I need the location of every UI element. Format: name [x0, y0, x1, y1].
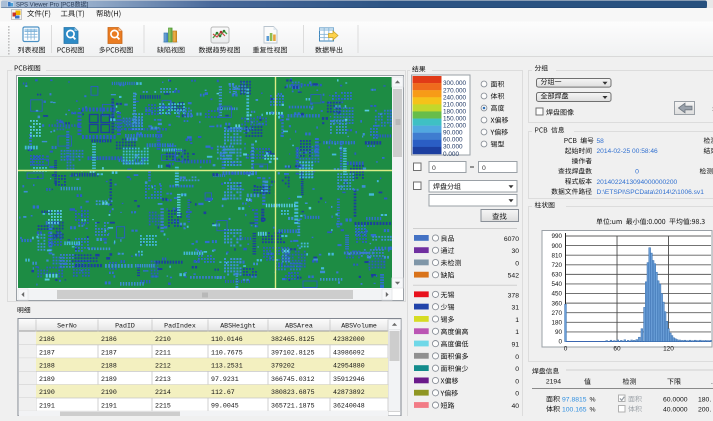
svg-text:0: 0	[635, 169, 639, 176]
svg-text:SerNo: SerNo	[57, 323, 77, 330]
svg-text:2215: 2215	[155, 403, 171, 410]
svg-text:2210: 2210	[155, 336, 171, 343]
svg-text:40.0000: 40.0000	[663, 407, 688, 414]
svg-text:150.000: 150.000	[443, 116, 467, 123]
svg-text:60.0000: 60.0000	[663, 397, 688, 404]
svg-text:35912946: 35912946	[333, 376, 365, 383]
svg-text:180: 180	[551, 320, 562, 327]
svg-text:2191: 2191	[101, 403, 117, 410]
svg-text:60: 60	[613, 346, 621, 353]
svg-text:2187: 2187	[39, 349, 55, 356]
svg-text:42382000: 42382000	[333, 336, 365, 343]
svg-text:PadIndex: PadIndex	[164, 323, 196, 330]
svg-text:540: 540	[551, 281, 562, 288]
svg-text:SPS Viewer Pro [PCB数据]: SPS Viewer Pro [PCB数据]	[16, 1, 89, 9]
svg-text:0: 0	[515, 378, 519, 385]
svg-text:365721.1875: 365721.1875	[271, 403, 315, 410]
svg-text:210.000: 210.000	[443, 101, 467, 108]
svg-text:0: 0	[515, 260, 519, 267]
svg-text:30: 30	[511, 248, 519, 255]
svg-text:40: 40	[511, 403, 519, 410]
svg-text:42873892: 42873892	[333, 389, 365, 396]
svg-text:43986092: 43986092	[333, 349, 365, 356]
svg-text:%: %	[590, 407, 596, 414]
svg-text:300.000: 300.000	[443, 80, 467, 87]
svg-text:378: 378	[508, 292, 520, 299]
svg-text:58: 58	[597, 138, 605, 145]
svg-text:60.000: 60.000	[443, 137, 463, 144]
svg-text:42954880: 42954880	[333, 363, 365, 370]
svg-text:379202: 379202	[271, 363, 295, 370]
svg-text:240.000: 240.000	[443, 94, 467, 101]
svg-text:2014-02-25 00:58:46: 2014-02-25 00:58:46	[597, 148, 659, 155]
svg-text:180.000: 180.000	[443, 108, 467, 115]
svg-text:2014022413094000000200: 2014022413094000000200	[597, 179, 678, 186]
svg-text:110.0146: 110.0146	[211, 336, 243, 343]
svg-text:90: 90	[555, 329, 563, 336]
svg-text:112.67: 112.67	[211, 389, 235, 396]
svg-text:99.0045: 99.0045	[211, 403, 239, 410]
svg-text:ABSArea: ABSArea	[285, 323, 313, 330]
svg-text:720: 720	[551, 262, 562, 269]
svg-text:%: %	[590, 397, 596, 404]
svg-text:110.7675: 110.7675	[211, 349, 243, 356]
svg-text:2190: 2190	[101, 389, 117, 396]
svg-text:542: 542	[508, 273, 520, 280]
svg-text:ABSVolume: ABSVolume	[341, 323, 377, 330]
svg-text:2189: 2189	[39, 376, 55, 383]
svg-text:2188: 2188	[39, 363, 55, 370]
svg-text:380823.6875: 380823.6875	[271, 389, 315, 396]
svg-text:180.: 180.	[698, 397, 711, 404]
svg-text:2187: 2187	[101, 349, 117, 356]
svg-text:630: 630	[551, 272, 562, 279]
svg-text:0: 0	[515, 391, 519, 398]
svg-text:366745.0312: 366745.0312	[271, 376, 315, 383]
svg-text:1: 1	[515, 329, 519, 336]
svg-text:450: 450	[551, 291, 562, 298]
svg-text:360: 360	[551, 300, 562, 307]
svg-text:ABSHeight: ABSHeight	[220, 323, 256, 330]
svg-text:90.000: 90.000	[443, 130, 463, 137]
svg-text:2190: 2190	[39, 389, 55, 396]
svg-text:PadID: PadID	[115, 323, 135, 330]
svg-text:2188: 2188	[101, 363, 117, 370]
svg-text:2214: 2214	[155, 389, 171, 396]
svg-text:30.000: 30.000	[443, 144, 463, 151]
svg-text:97.9231: 97.9231	[211, 376, 239, 383]
svg-text:2211: 2211	[155, 349, 171, 356]
svg-text:36240048: 36240048	[333, 403, 365, 410]
svg-text:270: 270	[551, 310, 562, 317]
svg-text:0: 0	[564, 346, 568, 353]
svg-text:0: 0	[482, 165, 486, 172]
svg-text:113.2531: 113.2531	[211, 363, 243, 370]
svg-text:97.8815: 97.8815	[562, 397, 587, 404]
svg-text:990: 990	[551, 233, 562, 240]
svg-text:2191: 2191	[39, 403, 55, 410]
svg-text:2213: 2213	[155, 376, 171, 383]
svg-text:397102.8125: 397102.8125	[271, 349, 315, 356]
svg-text:D:\ETSPI\SPCData\2014\2\1006.s: D:\ETSPI\SPCData\2014\2\1006.sv1	[597, 189, 705, 196]
svg-text:900: 900	[551, 243, 562, 250]
svg-text:382465.8125: 382465.8125	[271, 336, 315, 343]
svg-text:0: 0	[515, 354, 519, 361]
svg-text:2194: 2194	[546, 379, 561, 386]
svg-text:91: 91	[511, 342, 519, 349]
svg-text:120.000: 120.000	[443, 123, 467, 130]
svg-text:31: 31	[511, 305, 519, 312]
svg-text:270.000: 270.000	[443, 87, 467, 94]
svg-text:2186: 2186	[101, 336, 117, 343]
svg-text:0: 0	[432, 165, 436, 172]
svg-text:6070: 6070	[504, 236, 519, 243]
svg-text:120: 120	[663, 346, 674, 353]
svg-text:2186: 2186	[39, 336, 55, 343]
svg-text:810: 810	[551, 252, 562, 259]
svg-text:1: 1	[515, 317, 519, 324]
svg-text:2212: 2212	[155, 363, 171, 370]
svg-text:200.: 200.	[698, 407, 711, 414]
svg-text:2189: 2189	[101, 376, 117, 383]
svg-text:0.000: 0.000	[443, 151, 459, 158]
svg-text:0: 0	[558, 339, 562, 346]
svg-text:100.165: 100.165	[562, 407, 587, 414]
svg-text:0: 0	[515, 366, 519, 373]
